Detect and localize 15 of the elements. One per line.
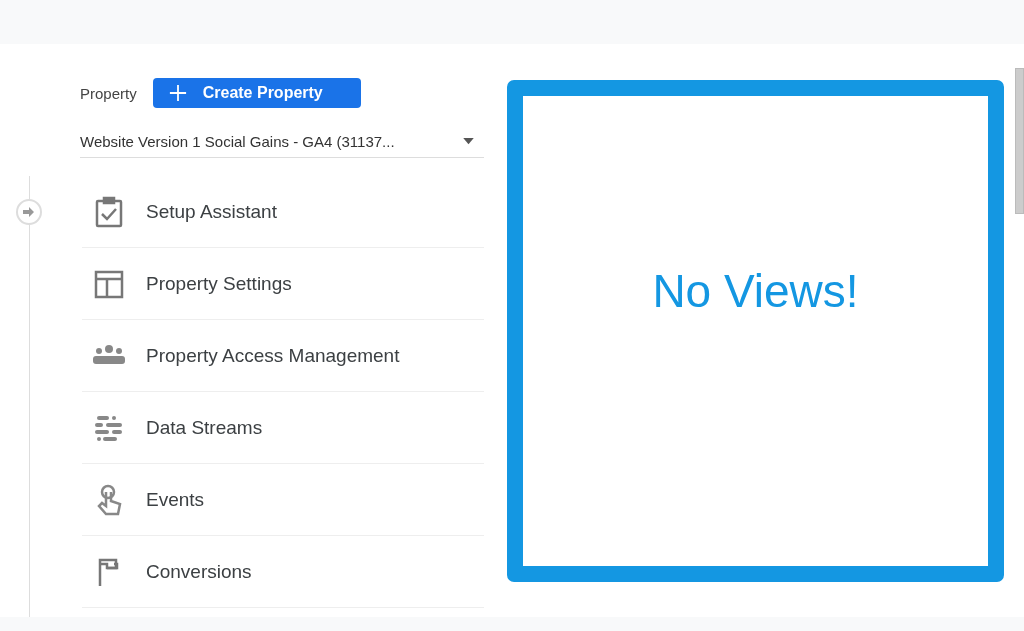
clipboard-check-icon xyxy=(93,195,125,228)
menu-item[interactable]: Property Access Management xyxy=(82,320,484,392)
no-views-message: No Views! xyxy=(652,264,859,318)
property-label: Property xyxy=(80,84,137,102)
menu-item[interactable]: Property Settings xyxy=(82,248,484,320)
menu-item[interactable]: Data Streams xyxy=(82,392,484,464)
arrow-circle-icon[interactable] xyxy=(15,198,43,226)
plus-icon xyxy=(168,84,187,102)
menu-item[interactable]: Setup Assistant xyxy=(82,176,484,248)
property-dropdown[interactable]: Website Version 1 Social Gains - GA4 (31137... xyxy=(80,125,484,158)
create-property-button[interactable]: Create Property xyxy=(152,78,361,108)
menu-item[interactable]: Events xyxy=(82,464,484,536)
scrollbar-thumb[interactable] xyxy=(1015,68,1024,214)
caret-icon xyxy=(463,137,474,145)
menu-item[interactable]: Conversions xyxy=(82,536,484,608)
